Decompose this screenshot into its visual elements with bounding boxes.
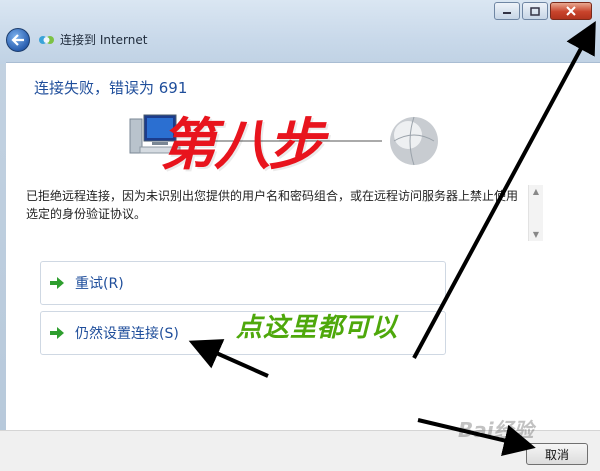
network-connection-icon <box>39 36 54 44</box>
watermark-logo: Bai经验 <box>458 418 534 442</box>
dialog-window: 连接到 Internet 连接失败，错误为 691 已拒绝远程连接，因为未识别出… <box>0 0 600 471</box>
retry-option[interactable]: 重试(R) <box>40 261 446 305</box>
error-message: 已拒绝远程连接，因为未识别出您提供的用户名和密码组合，或在远程访问服务器上禁止使… <box>26 189 519 221</box>
minimize-button[interactable] <box>494 2 520 20</box>
maximize-button[interactable] <box>522 2 548 20</box>
title-bar: 连接到 Internet <box>0 0 600 64</box>
green-arrow-icon <box>50 277 64 289</box>
window-title: 连接到 Internet <box>60 33 148 47</box>
step-annotation: 第八步 <box>160 113 324 178</box>
setup-anyway-label: 仍然设置连接(S) <box>75 326 179 342</box>
retry-label: 重试(R) <box>75 276 124 292</box>
back-arrow-icon <box>11 34 24 46</box>
message-scrollbar[interactable]: ▲ ▼ <box>528 185 543 241</box>
scroll-down-icon[interactable]: ▼ <box>529 230 543 239</box>
globe-icon <box>390 116 438 166</box>
hint-annotation: 点这里都可以 <box>236 313 399 343</box>
close-icon <box>566 6 576 16</box>
page-heading: 连接失败，错误为 691 <box>34 79 188 97</box>
minimize-icon <box>503 12 511 14</box>
green-arrow-icon <box>50 327 64 339</box>
close-button[interactable] <box>550 2 592 20</box>
scroll-up-icon[interactable]: ▲ <box>529 187 543 196</box>
cancel-button[interactable]: 取消 <box>526 443 588 465</box>
window-controls <box>494 2 592 20</box>
back-button[interactable] <box>6 28 30 52</box>
maximize-icon <box>530 6 540 16</box>
